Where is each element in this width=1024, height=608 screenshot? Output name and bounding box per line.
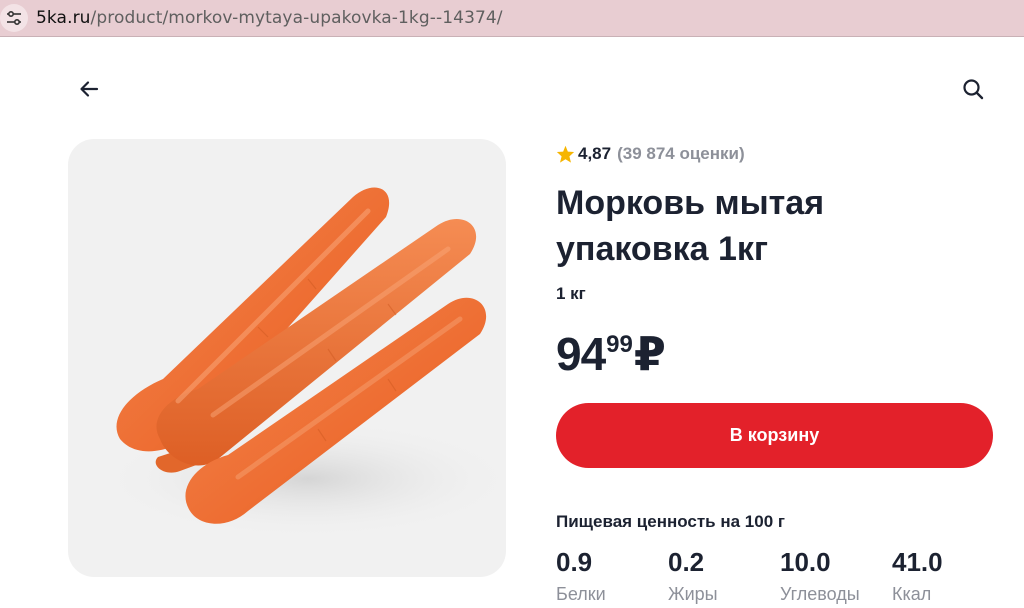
nutrition-label: Белки [556, 584, 606, 604]
nutrition-facts: 0.9 Белки 0.2 Жиры 10.0 Углеводы 41.0 Кк… [556, 546, 1016, 608]
nutrition-fat: 0.2 Жиры [668, 546, 718, 606]
add-to-cart-button[interactable]: В корзину [556, 403, 993, 468]
nutrition-protein: 0.9 Белки [556, 546, 606, 606]
nutrition-label: Ккал [892, 584, 932, 604]
rating-value: 4,87 [578, 144, 612, 163]
product-title: Морковь мытая упаковка 1кг [556, 180, 976, 272]
product-title-line2: упаковка 1кг [556, 230, 769, 268]
nutrition-carbs: 10.0 Углеводы [780, 546, 860, 606]
back-button[interactable] [76, 76, 102, 102]
url-host: 5ka.ru [36, 8, 91, 28]
tune-icon[interactable] [0, 4, 28, 32]
url-text[interactable]: 5ka.ru/product/morkov-mytaya-upakovka-1k… [36, 8, 503, 28]
nutrition-label: Углеводы [780, 584, 860, 604]
product-price: 94 99 ₽ [556, 326, 666, 382]
nutrition-value: 41.0 [892, 547, 943, 577]
product-title-line1: Морковь мытая [556, 184, 825, 222]
star-icon [556, 145, 575, 163]
price-kopecks: 99 [606, 331, 633, 358]
address-bar[interactable]: 5ka.ru/product/morkov-mytaya-upakovka-1k… [0, 0, 1024, 37]
add-to-cart-label: В корзину [729, 425, 820, 445]
price-rubles: 94 [556, 328, 606, 380]
nutrition-label: Жиры [668, 584, 718, 604]
price-currency: ₽ [633, 328, 666, 380]
arrow-left-icon [80, 81, 99, 97]
product-image [68, 139, 506, 577]
search-icon [963, 79, 984, 100]
nutrition-kcal: 41.0 Ккал [892, 546, 943, 606]
search-button[interactable] [960, 76, 986, 102]
nutrition-value: 0.2 [668, 547, 705, 577]
nutrition-title: Пищевая ценность на 100 г [556, 512, 785, 531]
rating-count: (39 874 оценки) [617, 144, 745, 163]
product-weight: 1 кг [556, 284, 586, 303]
product-rating[interactable]: 4,87 (39 874 оценки) [556, 143, 745, 165]
nutrition-value: 0.9 [556, 547, 593, 577]
url-path: /product/morkov-mytaya-upakovka-1kg--143… [90, 8, 503, 28]
nutrition-value: 10.0 [780, 547, 831, 577]
carrots-photo [98, 187, 506, 539]
